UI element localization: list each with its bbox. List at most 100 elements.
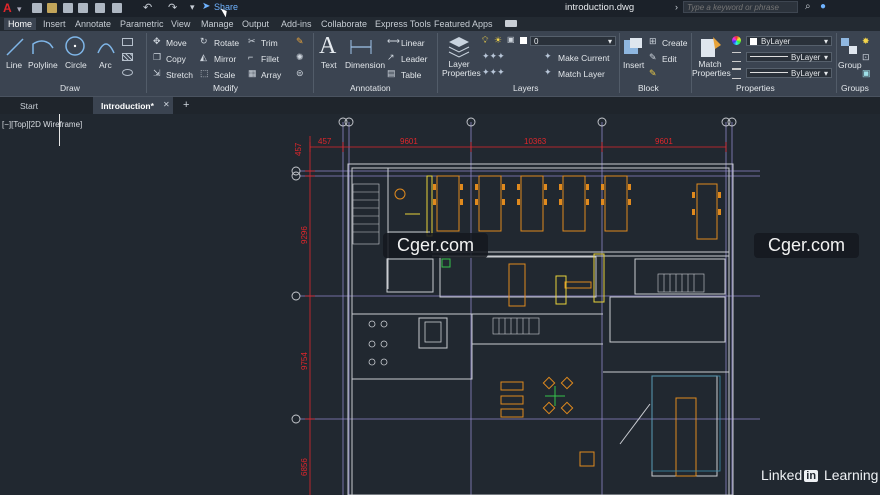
polyline-label[interactable]: Polyline xyxy=(28,60,58,70)
search-chevron-icon[interactable]: › xyxy=(675,2,678,12)
match-properties-icon[interactable] xyxy=(699,35,723,59)
annotation-panel-title[interactable]: Annotation xyxy=(350,83,391,93)
ungroup-icon[interactable]: ✸ xyxy=(862,36,870,47)
search-input[interactable] xyxy=(683,1,798,13)
modify-panel-title[interactable]: Modify xyxy=(213,83,238,93)
layer-properties-label[interactable]: Layer Properties xyxy=(442,60,481,78)
stretch-button[interactable]: Stretch xyxy=(166,70,193,80)
tab-start[interactable]: Start xyxy=(20,101,38,111)
move-icon[interactable]: ✥ xyxy=(153,36,161,47)
search-icon[interactable]: ⌕ xyxy=(805,1,811,12)
arc-icon[interactable] xyxy=(95,35,117,57)
layers-panel-title[interactable]: Layers xyxy=(513,83,539,93)
linear-button[interactable]: Linear xyxy=(401,38,425,48)
fillet-icon[interactable]: ⌐ xyxy=(248,52,253,62)
circle-label[interactable]: Circle xyxy=(65,60,87,70)
linear-icon[interactable]: ⟷ xyxy=(387,36,400,47)
mirror-icon[interactable]: ◭ xyxy=(200,52,207,63)
create-button[interactable]: Create xyxy=(662,38,688,48)
arc-label[interactable]: Arc xyxy=(99,60,112,70)
stretch-icon[interactable]: ⇲ xyxy=(153,68,161,79)
match-layer-button[interactable]: Match Layer xyxy=(558,69,605,79)
tab-annotate[interactable]: Annotate xyxy=(75,18,111,30)
block-panel-title[interactable]: Block xyxy=(638,83,659,93)
scale-button[interactable]: Scale xyxy=(214,70,235,80)
leader-button[interactable]: Leader xyxy=(401,54,427,64)
lineweight-icon[interactable] xyxy=(732,68,741,79)
insert-label[interactable]: Insert xyxy=(623,60,644,70)
circle-icon[interactable] xyxy=(64,35,86,57)
draw-panel-title[interactable]: Draw xyxy=(60,83,80,93)
tab-collaborate[interactable]: Collaborate xyxy=(321,18,367,30)
attribute-icon[interactable]: ✎ xyxy=(649,68,657,79)
tab-insert[interactable]: Insert xyxy=(43,18,66,30)
match-layer-icon[interactable]: ✦ xyxy=(544,67,552,78)
make-current-button[interactable]: Make Current xyxy=(558,53,610,63)
save-as-icon[interactable] xyxy=(78,3,88,13)
close-tab-icon[interactable]: ✕ xyxy=(163,100,170,109)
app-menu-button[interactable]: A xyxy=(3,1,12,15)
groups-panel-title[interactable]: Groups xyxy=(841,83,869,93)
linetype-dropdown[interactable]: ByLayer ▾ xyxy=(746,52,832,62)
linetype-icon[interactable] xyxy=(732,52,741,62)
leader-icon[interactable]: ↗ xyxy=(387,52,395,63)
match-properties-label[interactable]: Match Properties xyxy=(692,60,731,78)
line-label[interactable]: Line xyxy=(6,60,22,70)
ribbon-toggle-button[interactable] xyxy=(505,20,517,27)
mirror-button[interactable]: Mirror xyxy=(214,54,236,64)
tab-output[interactable]: Output xyxy=(242,18,269,30)
tab-view[interactable]: View xyxy=(171,18,190,30)
hatch-icon[interactable] xyxy=(122,53,133,61)
text-label[interactable]: Text xyxy=(321,60,337,70)
scale-icon[interactable]: ⬚ xyxy=(200,68,209,79)
make-current-icon[interactable]: ✦ xyxy=(544,51,552,62)
trim-icon[interactable]: ✂ xyxy=(248,36,256,47)
customize-chevron-icon[interactable]: ▾ xyxy=(190,2,195,13)
trim-button[interactable]: Trim xyxy=(261,38,278,48)
create-block-icon[interactable]: ⊞ xyxy=(649,36,657,47)
table-button[interactable]: Table xyxy=(401,70,421,80)
user-icon[interactable]: ● xyxy=(820,1,826,12)
publish-icon[interactable] xyxy=(95,3,105,13)
redo-icon[interactable]: ↷ xyxy=(168,1,177,14)
print-icon[interactable] xyxy=(112,3,122,13)
explode-icon[interactable]: ✺ xyxy=(296,52,304,63)
tab-parametric[interactable]: Parametric xyxy=(120,18,164,30)
line-icon[interactable] xyxy=(5,36,25,58)
offset-icon[interactable]: ⊜ xyxy=(296,68,304,79)
properties-panel-title[interactable]: Properties xyxy=(736,83,775,93)
color-dropdown[interactable]: ByLayer ▾ xyxy=(746,36,832,46)
erase-icon[interactable]: ✎ xyxy=(296,36,304,47)
polyline-icon[interactable] xyxy=(30,36,56,58)
dimension-icon[interactable] xyxy=(348,37,374,57)
layer-properties-icon[interactable] xyxy=(447,34,471,58)
dimension-label[interactable]: Dimension xyxy=(345,60,385,70)
array-button[interactable]: Array xyxy=(261,70,281,80)
group-icon[interactable] xyxy=(839,36,859,58)
rotate-icon[interactable]: ↻ xyxy=(200,36,208,47)
group-edit-icon[interactable]: ⊡ xyxy=(862,52,870,63)
chevron-down-icon[interactable]: ▾ xyxy=(17,4,22,15)
share-icon[interactable]: ➤ xyxy=(202,1,210,12)
layer-tool-icon[interactable]: ✦✦✦ xyxy=(482,67,505,78)
color-wheel-icon[interactable] xyxy=(732,36,741,45)
fillet-button[interactable]: Fillet xyxy=(261,54,279,64)
tab-home[interactable]: Home xyxy=(4,18,37,30)
rotate-button[interactable]: Rotate xyxy=(214,38,239,48)
rectangle-icon[interactable] xyxy=(122,38,133,46)
edit-block-icon[interactable]: ✎ xyxy=(649,52,657,63)
table-icon[interactable]: ▤ xyxy=(387,68,396,79)
text-icon[interactable]: A xyxy=(319,33,336,60)
open-file-icon[interactable] xyxy=(47,3,57,13)
tab-express-tools[interactable]: Express Tools xyxy=(375,18,431,30)
layer-dropdown[interactable]: 0 ▾ xyxy=(530,36,616,46)
group-label[interactable]: Group xyxy=(838,60,862,70)
group-select-icon[interactable]: ▣ xyxy=(862,68,871,79)
tab-featured-apps[interactable]: Featured Apps xyxy=(434,18,493,30)
copy-button[interactable]: Copy xyxy=(166,54,186,64)
undo-icon[interactable]: ↶ xyxy=(143,1,152,14)
ellipse-icon[interactable] xyxy=(122,69,133,76)
save-icon[interactable] xyxy=(63,3,73,13)
edit-button[interactable]: Edit xyxy=(662,54,677,64)
new-file-icon[interactable] xyxy=(32,3,42,13)
